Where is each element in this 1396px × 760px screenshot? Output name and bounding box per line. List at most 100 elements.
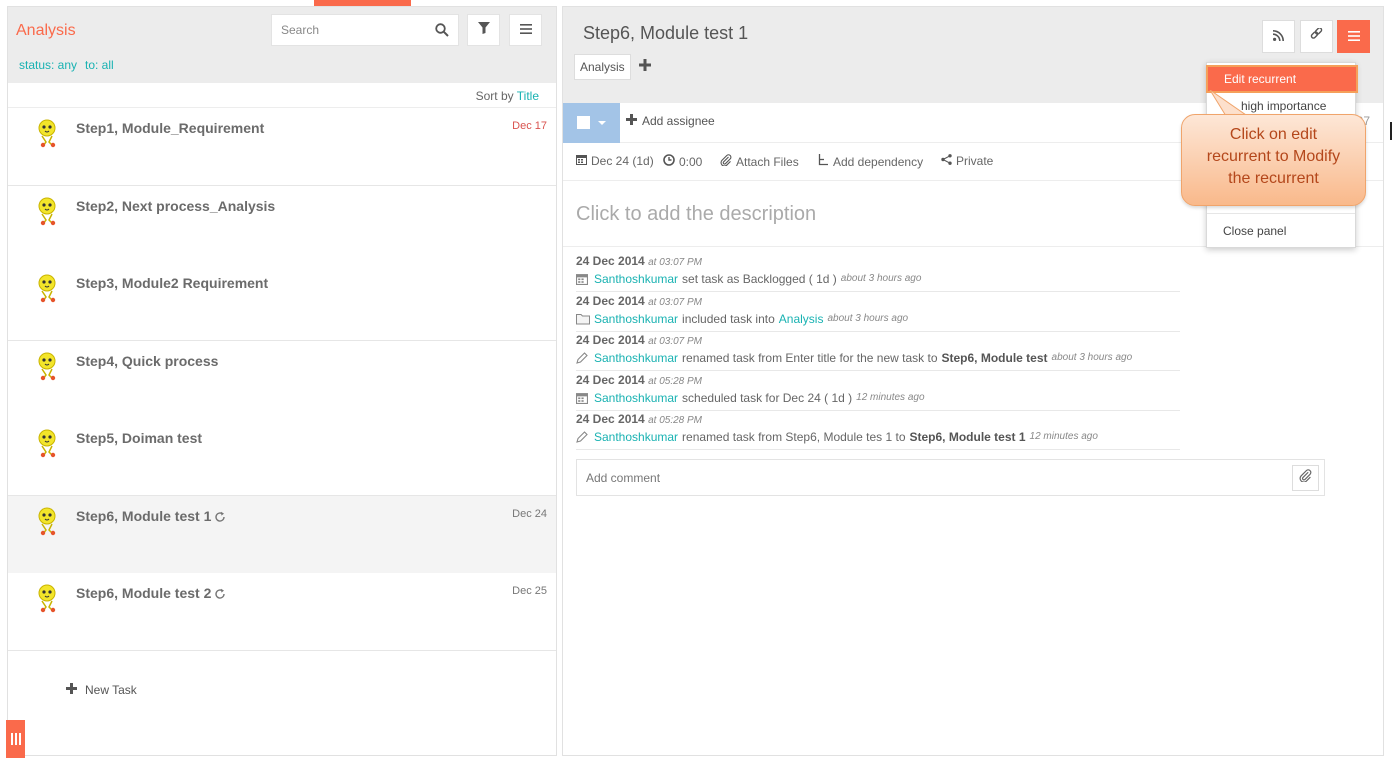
rss-button[interactable] <box>1262 20 1295 53</box>
log-relative-time: about 3 hours ago <box>840 273 922 284</box>
comment-box <box>576 459 1325 496</box>
folder-icon <box>576 313 590 327</box>
log-user-link[interactable]: Santhoshkumar <box>594 391 678 405</box>
add-tag-icon[interactable] <box>639 58 651 76</box>
task-row[interactable]: Step1, Module_Requirement Dec 17 <box>8 108 556 186</box>
callout-line: recurrent to Modify <box>1206 148 1341 165</box>
attach-files-button[interactable]: Attach Files <box>720 154 799 169</box>
private-label: Private <box>956 154 994 168</box>
project-title[interactable]: Analysis <box>16 22 76 40</box>
task-list-panel: Analysis status: any to: all Sort by Tit… <box>7 6 557 756</box>
log-entry: Santhoshkumar renamed task from Step6, Mo… <box>576 430 1180 451</box>
task-row[interactable]: Step5, Doiman test <box>8 418 556 496</box>
list-menu-button[interactable] <box>509 14 542 46</box>
new-task-button[interactable]: New Task <box>66 683 137 697</box>
filter-to[interactable]: to: all <box>85 58 114 72</box>
add-assignee-button[interactable]: Add assignee <box>626 114 715 128</box>
log-text: renamed task from Step6, Module tes 1 to <box>682 430 906 445</box>
due-date-control[interactable]: Dec 24 (1d) <box>576 154 654 168</box>
filter-button[interactable] <box>467 14 500 46</box>
pencil-icon <box>576 352 590 366</box>
share-icon <box>941 154 952 168</box>
task-title: Step4, Quick process <box>76 353 219 369</box>
task-title: Step2, Next process_Analysis <box>76 198 276 214</box>
comment-input[interactable] <box>577 460 1277 495</box>
task-due-date: Dec 17 <box>512 120 547 132</box>
task-detail-title[interactable]: Step6, Module test 1 <box>583 23 748 44</box>
task-list-header: Analysis status: any to: all <box>8 7 556 83</box>
hamburger-icon <box>1347 28 1360 46</box>
log-date: 24 Dec 2014 at 03:07 PM <box>576 293 702 308</box>
search-box <box>271 14 459 46</box>
log-project-link[interactable]: Analysis <box>779 312 824 326</box>
status-checkbox[interactable] <box>577 116 590 129</box>
log-entry: Santhoshkumar scheduled task for Dec 24 (… <box>576 391 1180 411</box>
log-text: included task into <box>682 311 775 326</box>
status-dropdown[interactable] <box>563 103 620 143</box>
log-relative-time: about 3 hours ago <box>1051 352 1133 364</box>
menu-item-close-panel[interactable]: Close panel <box>1207 217 1357 245</box>
log-date: 24 Dec 2014 at 03:07 PM <box>576 254 702 268</box>
comment-attach-button[interactable] <box>1292 465 1319 491</box>
log-entry: Santhoshkumar set task as Backlogged ( 1d… <box>576 272 1180 292</box>
task-row[interactable]: Step6, Module test 1 Dec 24 <box>8 496 556 574</box>
menu-divider <box>1207 213 1355 214</box>
new-task-label: New Task <box>85 683 137 697</box>
log-user-link[interactable]: Santhoshkumar <box>594 312 678 326</box>
avatar <box>34 351 64 381</box>
due-date-value: Dec 24 (1d) <box>591 154 654 168</box>
search-input[interactable] <box>272 15 422 45</box>
avatar <box>34 506 64 536</box>
task-due-date: Dec 25 <box>512 585 547 597</box>
recurring-icon <box>214 587 226 603</box>
log-text: renamed task from Enter title for the ne… <box>682 351 938 366</box>
attach-files-label: Attach Files <box>736 154 799 169</box>
avatar <box>34 428 64 458</box>
callout-line: Click on edit <box>1229 126 1318 143</box>
search-icon[interactable] <box>435 23 449 42</box>
description-field[interactable]: Click to add the description <box>576 203 816 226</box>
log-user-link[interactable]: Santhoshkumar <box>594 272 678 286</box>
paperclip-icon <box>1299 469 1312 487</box>
task-menu-button[interactable] <box>1337 20 1370 53</box>
log-user-link[interactable]: Santhoshkumar <box>594 351 678 365</box>
dependency-icon <box>818 154 829 169</box>
log-text: set task as Backlogged ( 1d ) <box>682 272 837 286</box>
time-tracking-control[interactable]: 0:00 <box>663 154 702 169</box>
log-user-link[interactable]: Santhoshkumar <box>594 430 678 444</box>
recurring-icon <box>214 510 226 526</box>
task-title: Step1, Module_Requirement <box>76 120 265 136</box>
log-relative-time: about 3 hours ago <box>827 312 909 324</box>
log-relative-time: 12 minutes ago <box>856 391 925 403</box>
paperclip-icon <box>720 154 732 169</box>
pencil-icon <box>576 431 590 445</box>
plus-icon <box>626 114 637 128</box>
task-row[interactable]: Step6, Module test 2 Dec 25 <box>8 573 556 651</box>
sort-prefix: Sort by <box>475 89 514 103</box>
menu-item-edit-recurrent[interactable]: Edit recurrent <box>1206 65 1358 93</box>
log-entry: Santhoshkumar included task into Analysis a… <box>576 312 1180 332</box>
sort-field-link[interactable]: Title <box>517 89 539 103</box>
caret-down-icon <box>598 121 606 125</box>
permalink-button[interactable] <box>1300 20 1333 53</box>
task-title: Step6, Module test 2 <box>76 585 226 603</box>
task-row[interactable]: Step4, Quick process <box>8 341 556 419</box>
log-date: 24 Dec 2014 at 05:28 PM <box>576 372 702 387</box>
sort-control: Sort by Title <box>476 89 539 103</box>
log-task-name: Step6, Module test 1 <box>909 430 1026 445</box>
avatar <box>34 196 64 226</box>
calendar-icon <box>576 392 590 406</box>
privacy-toggle[interactable]: Private <box>941 154 993 168</box>
callout-line: the recurrent <box>1228 170 1319 187</box>
avatar <box>34 583 64 613</box>
task-row[interactable]: Step3, Module2 Requirement <box>8 263 556 341</box>
task-title: Step3, Module2 Requirement <box>76 275 269 291</box>
clock-icon <box>663 154 675 169</box>
hamburger-icon <box>519 21 532 39</box>
panel-resize-grip[interactable] <box>6 720 25 758</box>
rss-icon <box>1272 28 1284 46</box>
task-row[interactable]: Step2, Next process_Analysis <box>8 186 556 264</box>
tag-chip[interactable]: Analysis <box>574 54 631 80</box>
add-dependency-button[interactable]: Add dependency <box>818 154 923 169</box>
filter-status[interactable]: status: any <box>19 58 77 72</box>
